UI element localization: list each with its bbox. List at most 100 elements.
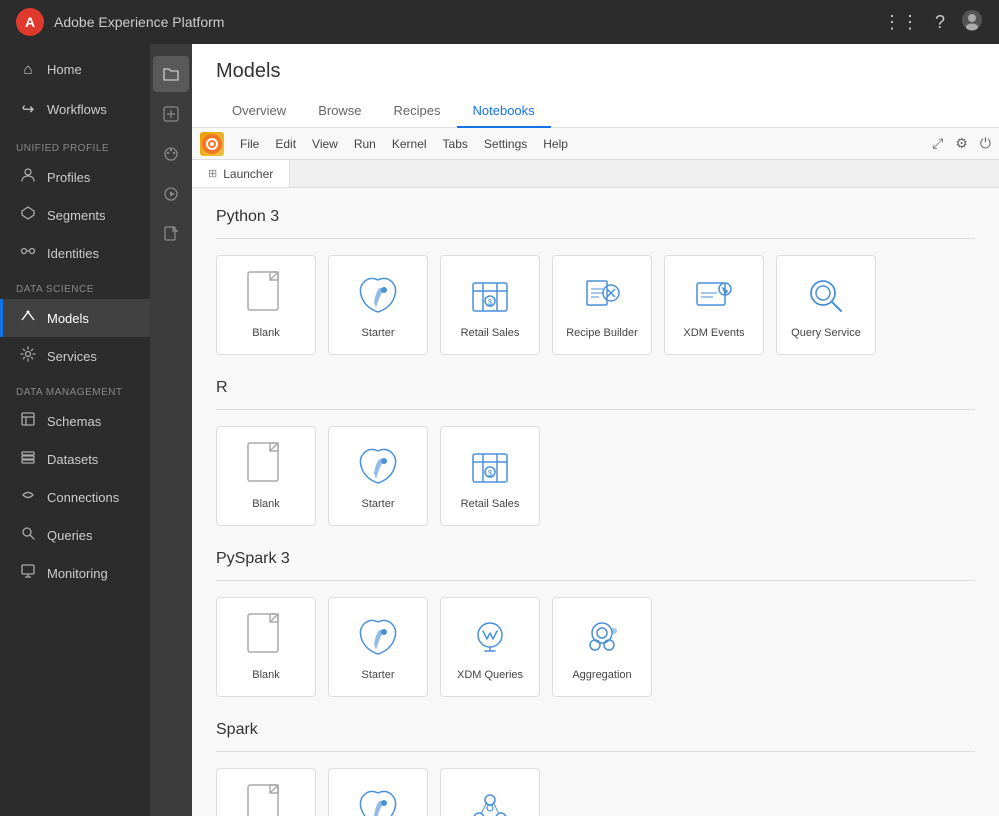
sidebar-item-datasets[interactable]: Datasets (0, 440, 150, 478)
power-icon[interactable]: ⏻ (980, 135, 991, 152)
notebook-logo (200, 132, 224, 156)
iconbar-folder[interactable] (153, 56, 189, 92)
sidebar-item-services[interactable]: Services (0, 337, 150, 375)
r-retail-card[interactable]: $ Retail Sales (440, 426, 540, 526)
section-unified-profile: UNIFIED PROFILE (0, 131, 150, 158)
query-service-icon (801, 271, 851, 321)
identities-icon (19, 243, 37, 263)
python3-xdm-events-card[interactable]: XDM Events (664, 255, 764, 355)
spark-blank-card[interactable]: Blank (216, 768, 316, 816)
pyspark3-blank-label: Blank (252, 669, 280, 681)
iconbar-palette[interactable] (153, 136, 189, 172)
svg-text:$: $ (488, 469, 493, 478)
pyspark3-aggregation-card[interactable]: Aggregation (552, 597, 652, 697)
main-content: Models Overview Browse Recipes Notebooks… (192, 44, 999, 816)
expand-icon[interactable]: ⤢ (932, 135, 943, 152)
python3-recipe-card[interactable]: Recipe Builder (552, 255, 652, 355)
python3-cards: Blank Starter (216, 255, 975, 355)
menu-settings[interactable]: Settings (476, 133, 535, 155)
menu-kernel[interactable]: Kernel (384, 133, 435, 155)
sidebar-item-workflows[interactable]: ↪ Workflows (0, 91, 150, 127)
python3-retail-label: Retail Sales (461, 327, 520, 339)
datasets-icon (19, 449, 37, 469)
pyspark3-blank-icon (241, 613, 291, 663)
r-starter-icon (353, 442, 403, 492)
settings-icon[interactable]: ⚙ (955, 135, 968, 152)
menu-edit[interactable]: Edit (267, 133, 304, 155)
sidebar-item-models[interactable]: Models (0, 299, 150, 337)
sidebar-item-segments[interactable]: Segments (0, 196, 150, 234)
python3-starter-card[interactable]: Starter (328, 255, 428, 355)
python3-recipe-label: Recipe Builder (566, 327, 638, 339)
sidebar-item-identities[interactable]: Identities (0, 234, 150, 272)
pyspark3-cards: Blank Starter (216, 597, 975, 697)
spark-starter-icon (353, 784, 403, 816)
python3-blank-card[interactable]: Blank (216, 255, 316, 355)
segments-icon (19, 205, 37, 225)
sidebar-item-connections[interactable]: Connections (0, 478, 150, 516)
blank-icon (241, 271, 291, 321)
nb-tab-bar: ⊞ Launcher (192, 160, 999, 188)
r-blank-label: Blank (252, 498, 280, 510)
tab-notebooks[interactable]: Notebooks (457, 95, 551, 128)
sidebar: ⌂ Home ↪ Workflows UNIFIED PROFILE Profi… (0, 44, 150, 816)
iconbar-add[interactable] (153, 96, 189, 132)
profiles-icon (19, 167, 37, 187)
menu-file[interactable]: File (232, 133, 267, 155)
tab-recipes[interactable]: Recipes (378, 95, 457, 128)
r-cards: Blank Starter (216, 426, 975, 526)
launcher-tab[interactable]: ⊞ Launcher (192, 160, 290, 187)
r-blank-icon (241, 442, 291, 492)
sidebar-item-home[interactable]: ⌂ Home (0, 52, 150, 87)
pyspark3-xdm-queries-icon (465, 613, 515, 663)
python3-query-service-label: Query Service (791, 327, 861, 339)
help-icon[interactable]: ? (935, 12, 945, 33)
section-r: R Blank Starter (216, 379, 975, 526)
sidebar-item-profiles[interactable]: Profiles (0, 158, 150, 196)
python3-query-service-card[interactable]: Query Service (776, 255, 876, 355)
tab-browse[interactable]: Browse (302, 95, 377, 128)
pyspark3-xdm-queries-label: XDM Queries (457, 669, 523, 681)
menu-run[interactable]: Run (346, 133, 384, 155)
notebook-body: Python 3 Blank Starter (192, 188, 999, 816)
sidebar-item-monitoring[interactable]: Monitoring (0, 554, 150, 592)
pyspark3-xdm-queries-card[interactable]: XDM Queries (440, 597, 540, 697)
sidebar-item-queries[interactable]: Queries (0, 516, 150, 554)
pyspark3-starter-card[interactable]: Starter (328, 597, 428, 697)
sidebar-item-schemas[interactable]: Schemas (0, 402, 150, 440)
r-retail-icon: $ (465, 442, 515, 492)
clustering-icon (465, 784, 515, 816)
iconbar-file[interactable] (153, 216, 189, 252)
page-header: Models Overview Browse Recipes Notebooks (192, 44, 999, 128)
connections-icon (19, 487, 37, 507)
user-icon[interactable] (961, 9, 983, 36)
spark-starter-card[interactable]: Starter (328, 768, 428, 816)
section-pyspark3: PySpark 3 Blank Starter (216, 550, 975, 697)
models-icon (19, 308, 37, 328)
recipe-icon (577, 271, 627, 321)
svg-text:$: $ (488, 298, 493, 307)
iconbar-run[interactable] (153, 176, 189, 212)
tab-overview[interactable]: Overview (216, 95, 302, 128)
spark-clustering-card[interactable]: Clustering (440, 768, 540, 816)
section-python3-title: Python 3 (216, 208, 975, 226)
spark-cards: Blank Starter (216, 768, 975, 816)
icon-bar (150, 44, 192, 816)
pyspark3-aggregation-label: Aggregation (572, 669, 631, 681)
menu-view[interactable]: View (304, 133, 346, 155)
starter-icon (353, 271, 403, 321)
notebook-toolbar: File Edit View Run Kernel Tabs Settings … (192, 128, 999, 160)
section-r-title: R (216, 379, 975, 397)
aggregation-icon (577, 613, 627, 663)
python3-retail-card[interactable]: $ Retail Sales (440, 255, 540, 355)
pyspark3-blank-card[interactable]: Blank (216, 597, 316, 697)
home-icon: ⌂ (19, 61, 37, 78)
r-starter-card[interactable]: Starter (328, 426, 428, 526)
schemas-icon (19, 411, 37, 431)
menu-tabs[interactable]: Tabs (435, 133, 476, 155)
grid-icon[interactable]: ⋮⋮ (883, 12, 919, 33)
r-blank-card[interactable]: Blank (216, 426, 316, 526)
python3-blank-label: Blank (252, 327, 280, 339)
menu-help[interactable]: Help (535, 133, 576, 155)
top-nav: A Adobe Experience Platform ⋮⋮ ? (0, 0, 999, 44)
